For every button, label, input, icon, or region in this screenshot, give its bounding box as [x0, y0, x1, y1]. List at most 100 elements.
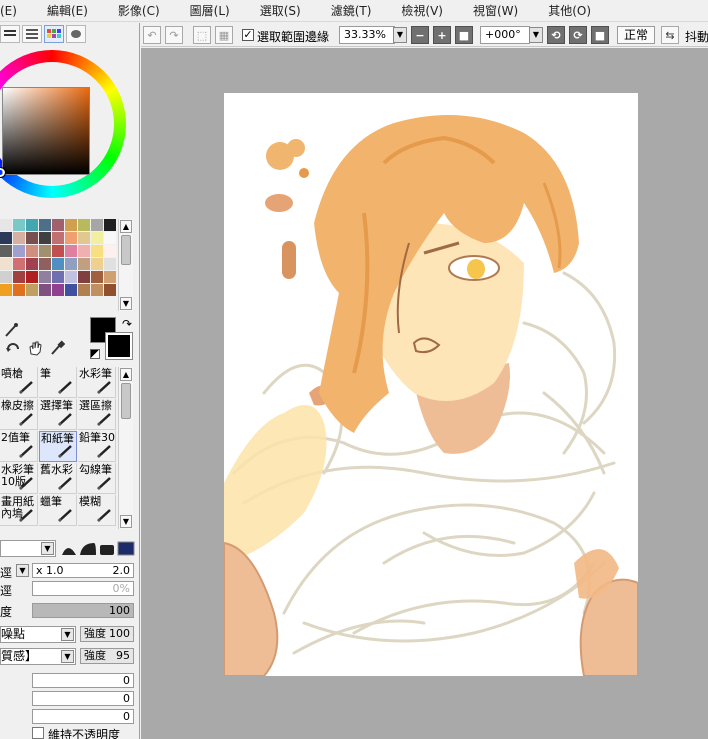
color-swatch[interactable]	[26, 232, 38, 244]
texture-dropdown-1[interactable]: 噪點 ▼	[0, 626, 76, 643]
scratchpad-tab[interactable]	[66, 25, 86, 43]
deselect-icon[interactable]: ⬚	[193, 26, 211, 44]
dilution-slider[interactable]: 0	[32, 691, 134, 706]
rotation-reset-icon[interactable]: ■	[591, 26, 609, 44]
color-swatch[interactable]	[65, 271, 77, 283]
color-swatch[interactable]	[39, 284, 51, 296]
color-swatch[interactable]	[65, 232, 77, 244]
zoom-out-icon[interactable]: −	[411, 26, 429, 44]
color-swatch[interactable]	[52, 219, 64, 231]
color-swatch[interactable]	[78, 284, 90, 296]
menu-item[interactable]: 影像(C)	[98, 2, 170, 19]
color-swatch[interactable]	[13, 245, 25, 257]
brush-slot[interactable]: 水彩筆 10版	[0, 463, 38, 494]
color-swatch[interactable]	[13, 232, 25, 244]
color-swatch[interactable]	[26, 271, 38, 283]
rotation-dropdown-icon[interactable]: ▼	[529, 27, 543, 43]
saturation-value-square[interactable]	[2, 87, 90, 175]
color-swatch[interactable]	[26, 245, 38, 257]
color-swatch[interactable]	[104, 271, 116, 283]
reset-colors-icon[interactable]	[90, 349, 100, 359]
brush-slot[interactable]: 橡皮擦	[0, 399, 38, 430]
color-swatch[interactable]	[65, 245, 77, 257]
scroll-down-icon[interactable]: ▼	[120, 297, 132, 310]
blend-mode-select[interactable]: 正常	[617, 26, 656, 44]
color-swatch[interactable]	[52, 258, 64, 270]
persistence-slider[interactable]: 0	[32, 709, 134, 724]
color-swatch[interactable]	[13, 271, 25, 283]
texture-strength-1[interactable]: 強度 100	[80, 626, 134, 642]
brush-scrollbar[interactable]: ▲ ▼	[118, 367, 133, 529]
color-swatch[interactable]	[52, 232, 64, 244]
menu-item[interactable]: 視窗(W)	[453, 2, 528, 19]
color-swatch[interactable]	[65, 284, 77, 296]
color-swatch[interactable]	[13, 258, 25, 270]
selection-edge-checkbox[interactable]: ✓	[242, 29, 254, 41]
color-swatch[interactable]	[78, 219, 90, 231]
zoom-reset-icon[interactable]: ■	[455, 26, 473, 44]
color-swatch[interactable]	[91, 258, 103, 270]
blend-slider[interactable]: 0	[32, 673, 134, 688]
scroll-up-icon[interactable]: ▲	[120, 368, 132, 381]
color-swatch[interactable]	[52, 271, 64, 283]
scroll-thumb[interactable]	[121, 235, 131, 265]
color-swatch[interactable]	[39, 219, 51, 231]
rotate-right-icon[interactable]: ⟳	[569, 26, 587, 44]
menu-item[interactable]: 選取(S)	[240, 2, 311, 19]
brush-mode-dropdown[interactable]: ▼	[0, 540, 56, 557]
hand-icon[interactable]	[26, 339, 44, 357]
color-swatch[interactable]	[52, 284, 64, 296]
color-swatch[interactable]	[104, 258, 116, 270]
brush-slot[interactable]: 勾線筆	[78, 463, 116, 494]
brush-slot[interactable]: 筆	[39, 367, 77, 398]
color-swatch[interactable]	[13, 219, 25, 231]
color-swatch[interactable]	[26, 284, 38, 296]
color-swatch[interactable]	[39, 258, 51, 270]
texture-dropdown-2[interactable]: 質感】 ▼	[0, 648, 76, 665]
rotate-left-icon[interactable]: ⟲	[547, 26, 565, 44]
brush-slot[interactable]: 舊水彩	[39, 463, 77, 494]
invert-selection-icon[interactable]: ▦	[215, 26, 233, 44]
brush-slot[interactable]: 畫用紙 內塢	[0, 495, 38, 526]
rgb-slider-tab[interactable]	[22, 25, 42, 43]
menu-item[interactable]: 編輯(E)	[27, 2, 98, 19]
rotation-field[interactable]: +000°	[480, 26, 530, 44]
color-swatch[interactable]	[78, 258, 90, 270]
brush-slot[interactable]: 2值筆	[0, 431, 38, 462]
color-swatch[interactable]	[65, 219, 77, 231]
color-swatch[interactable]	[91, 284, 103, 296]
scroll-down-icon[interactable]: ▼	[120, 515, 132, 528]
menu-item[interactable]: 濾鏡(T)	[311, 2, 382, 19]
rotate-icon[interactable]	[4, 339, 22, 357]
color-swatch[interactable]	[65, 258, 77, 270]
brush-slot[interactable]: 水彩筆	[78, 367, 116, 398]
color-swatch[interactable]	[0, 271, 12, 283]
undo-icon[interactable]: ↶	[143, 26, 161, 44]
brush-slot[interactable]: 選擇筆	[39, 399, 77, 430]
color-swatch[interactable]	[78, 271, 90, 283]
zoom-dropdown-icon[interactable]: ▼	[393, 27, 407, 43]
color-swatch[interactable]	[91, 271, 103, 283]
color-wheel-tab[interactable]	[0, 25, 20, 43]
eyedropper-icon[interactable]	[48, 339, 66, 357]
color-swatch[interactable]	[39, 245, 51, 257]
swap-colors-icon[interactable]: ↷	[122, 317, 132, 331]
min-size-slider[interactable]: 0%	[32, 581, 134, 596]
brush-slot[interactable]: 選區擦	[78, 399, 116, 430]
color-swatch[interactable]	[0, 245, 12, 257]
color-swatch[interactable]	[104, 245, 116, 257]
lasso-select-icon[interactable]	[2, 321, 20, 339]
brush-slot[interactable]: 蠟筆	[39, 495, 77, 526]
color-swatch[interactable]	[91, 245, 103, 257]
keep-opacity-checkbox[interactable]	[32, 727, 44, 739]
color-swatch[interactable]	[104, 232, 116, 244]
scroll-thumb[interactable]	[121, 383, 131, 419]
brush-size-field[interactable]: x 1.0 2.0	[32, 563, 134, 578]
color-swatch[interactable]	[91, 219, 103, 231]
color-swatch[interactable]	[78, 232, 90, 244]
color-swatch[interactable]	[104, 219, 116, 231]
color-swatch[interactable]	[26, 258, 38, 270]
menu-item[interactable]: 檢視(V)	[381, 2, 453, 19]
flip-icon[interactable]: ⇆	[661, 26, 679, 44]
background-color-swatch[interactable]	[105, 332, 133, 360]
